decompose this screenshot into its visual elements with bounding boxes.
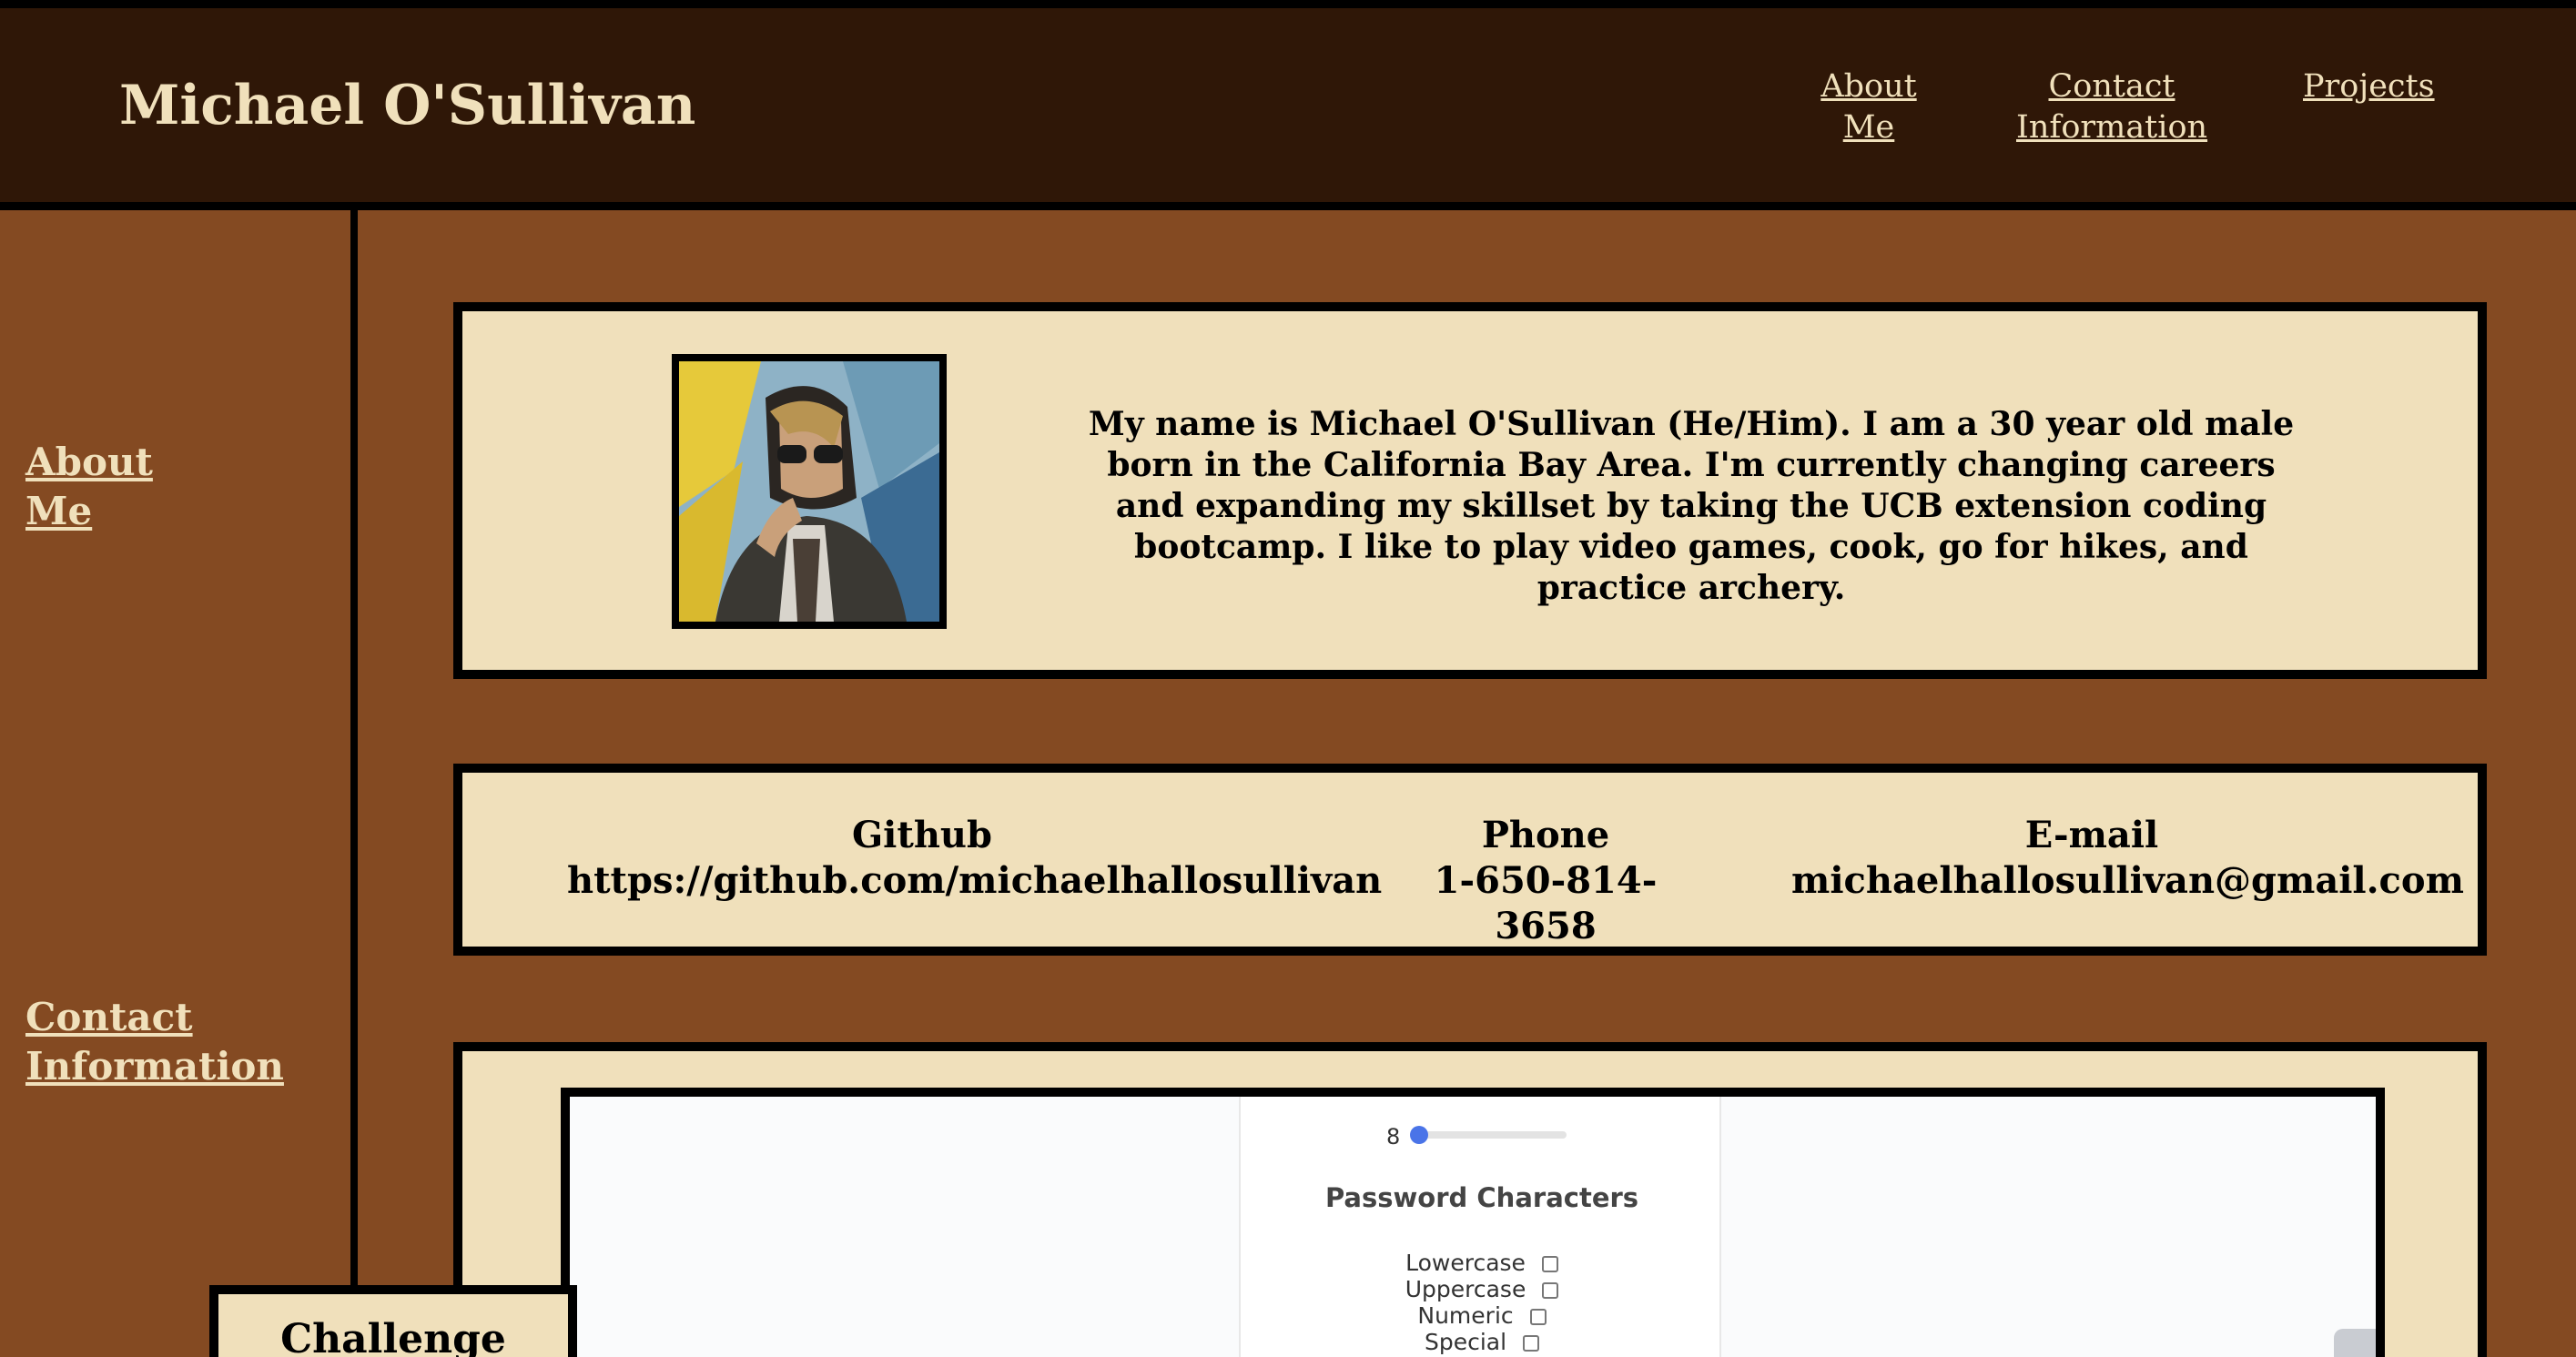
option-lowercase-checkbox[interactable] xyxy=(1541,1256,1558,1272)
github-value: https://github.com/michaelhallosullivan xyxy=(567,859,1383,902)
nav-link-contact-information[interactable]: Contact Information xyxy=(2016,66,2207,148)
sidebar-contact-line2: Information xyxy=(25,1044,284,1089)
option-numeric[interactable]: Numeric xyxy=(1241,1302,1723,1329)
nav-link-about-me-line1: About xyxy=(1820,68,1917,105)
github-label: Github xyxy=(852,814,992,856)
sidebar-contact-line1: Contact xyxy=(25,995,193,1039)
site-header: Michael O'Sullivan About Me Contact Info… xyxy=(0,0,2576,210)
phone-value: 1-650-814-3658 xyxy=(1434,859,1658,947)
length-slider[interactable] xyxy=(1410,1126,1567,1144)
option-lowercase[interactable]: Lowercase xyxy=(1241,1250,1723,1276)
contact-phone: Phone 1-650-814-3658 xyxy=(1409,813,1682,949)
corner-icon xyxy=(2334,1329,2376,1357)
profile-photo-image xyxy=(679,361,939,622)
bio-text: My name is Michael O'Sullivan (He/Him). … xyxy=(1088,405,2295,607)
contact-github: Github https://github.com/michaelhallosu… xyxy=(567,813,1383,904)
challenge-badge: Challenge Three xyxy=(209,1285,577,1357)
nav-link-contact-line2: Information xyxy=(2016,109,2208,146)
option-lowercase-label: Lowercase xyxy=(1405,1250,1526,1276)
password-characters-title: Password Characters xyxy=(1324,1182,1639,1213)
contact-panel: Github https://github.com/michaelhallosu… xyxy=(453,764,2487,956)
project-panel: 8 Password Characters Lowercase Uppercas… xyxy=(453,1042,2487,1357)
length-slider-thumb[interactable] xyxy=(1410,1126,1428,1144)
sidebar-link-contact-information[interactable]: Contact Information xyxy=(25,993,284,1091)
option-special[interactable]: Special xyxy=(1241,1329,1723,1355)
site-title: Michael O'Sullivan xyxy=(119,74,696,137)
option-special-label: Special xyxy=(1424,1329,1507,1355)
profile-photo xyxy=(672,354,947,629)
sidebar-about-line1: About xyxy=(25,440,153,484)
option-numeric-label: Numeric xyxy=(1417,1302,1514,1329)
sidebar-link-about-me[interactable]: About Me xyxy=(25,438,153,536)
option-uppercase-label: Uppercase xyxy=(1405,1276,1526,1302)
email-value: michaelhallosullivan@gmail.com xyxy=(1791,859,2464,902)
project-screenshot[interactable]: 8 Password Characters Lowercase Uppercas… xyxy=(561,1088,2385,1357)
nav-link-projects[interactable]: Projects xyxy=(2303,66,2435,107)
nav-link-about-me[interactable]: About Me xyxy=(1805,66,1932,148)
email-label: E-mail xyxy=(2024,814,2159,856)
sidebar: About Me Contact Information xyxy=(0,210,358,1357)
nav-link-about-me-line2: Me xyxy=(1842,109,1895,146)
nav-link-projects-label: Projects xyxy=(2303,68,2435,105)
nav-link-contact-line1: Contact xyxy=(2048,68,2175,105)
password-generator-card: 8 Password Characters Lowercase Uppercas… xyxy=(1239,1097,1721,1357)
length-value: 8 xyxy=(1386,1124,1401,1149)
option-uppercase-checkbox[interactable] xyxy=(1542,1282,1559,1299)
option-uppercase[interactable]: Uppercase xyxy=(1241,1276,1723,1302)
option-numeric-checkbox[interactable] xyxy=(1529,1309,1547,1325)
contact-email: E-mail michaelhallosullivan@gmail.com xyxy=(1791,813,2464,904)
length-row: 8 xyxy=(1386,1124,1587,1149)
about-panel: My name is Michael O'Sullivan (He/Him). … xyxy=(453,302,2487,679)
option-special-checkbox[interactable] xyxy=(1523,1335,1540,1352)
phone-label: Phone xyxy=(1481,814,1610,856)
sidebar-about-line2: Me xyxy=(25,489,93,533)
